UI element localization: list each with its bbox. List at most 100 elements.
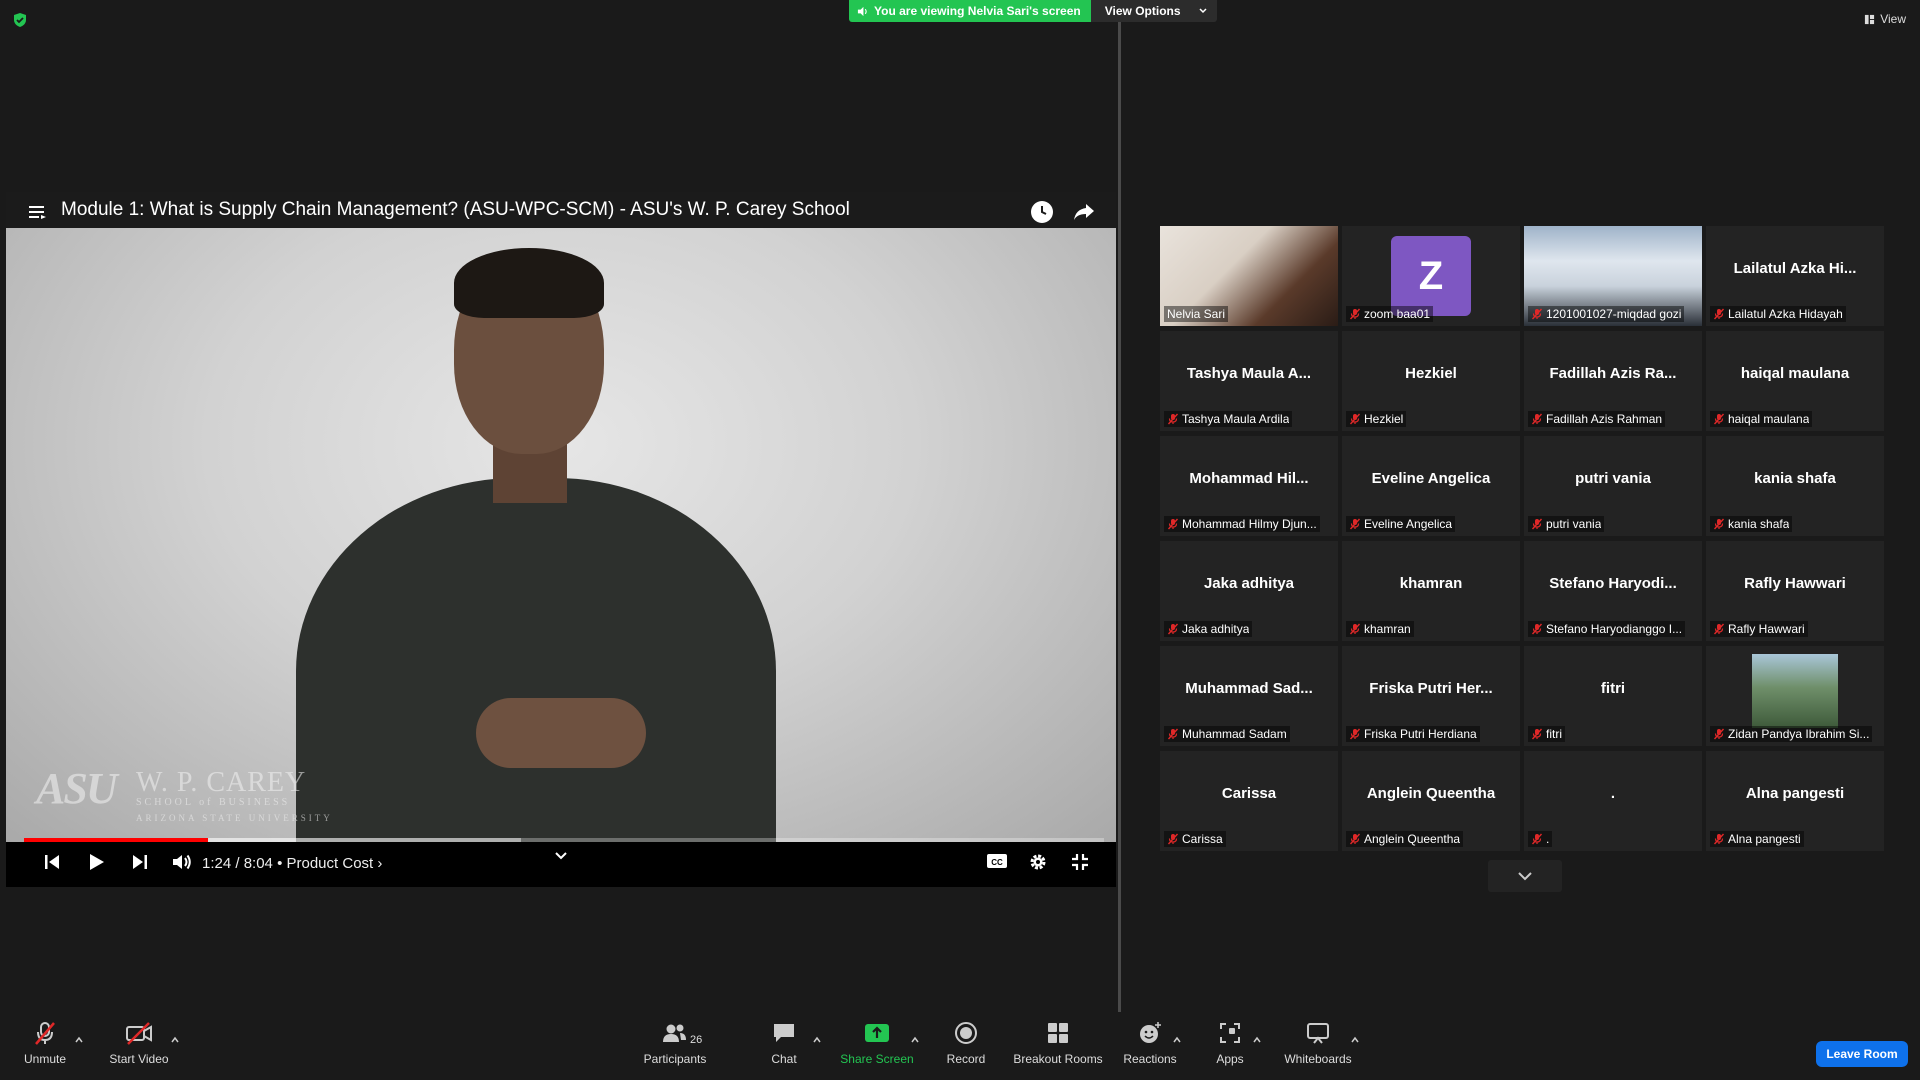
participant-tile[interactable]: kania shafa kania shafa	[1706, 436, 1884, 536]
reactions-label: Reactions	[1123, 1052, 1177, 1066]
watch-later-icon[interactable]	[1030, 200, 1054, 224]
video-title[interactable]: Module 1: What is Supply Chain Managemen…	[61, 199, 850, 221]
participant-name: khamran	[1364, 622, 1411, 636]
participant-tile[interactable]: Fadillah Azis Ra... Fadillah Azis Rahman	[1524, 331, 1702, 431]
split-view-divider[interactable]	[1118, 22, 1121, 1027]
participant-tile[interactable]: 1201001027-miqdad gozi	[1524, 226, 1702, 326]
time-display[interactable]: 1:24 / 8:04 • Product Cost ›	[202, 855, 382, 872]
chat-button[interactable]: Chat	[760, 1020, 808, 1066]
participant-name: Fadillah Azis Rahman	[1546, 412, 1663, 426]
playlist-menu-icon[interactable]	[28, 204, 48, 220]
participant-name: Alna pangesti	[1728, 832, 1801, 846]
chevron-down-icon[interactable]	[554, 851, 568, 861]
participant-name-label: zoom baa01	[1346, 306, 1434, 322]
unmute-button[interactable]: Unmute	[18, 1020, 72, 1066]
whiteboards-options-caret-icon[interactable]	[1350, 1036, 1360, 1044]
participant-name-label: putri vania	[1528, 516, 1605, 532]
share-icon[interactable]	[1072, 200, 1096, 224]
participant-tile[interactable]: Zidan Pandya Ibrahim Si...	[1706, 646, 1884, 746]
participant-name-label: khamran	[1346, 621, 1414, 637]
breakout-rooms-button[interactable]: Breakout Rooms	[1012, 1020, 1104, 1066]
share-screen-button[interactable]: Share Screen	[840, 1020, 914, 1066]
participant-tile[interactable]: Nelvia Sari	[1160, 226, 1338, 326]
participant-tile[interactable]: putri vania putri vania	[1524, 436, 1702, 536]
participant-name: haiqal maulana	[1728, 412, 1810, 426]
participant-display-name: Alna pangesti	[1745, 785, 1845, 802]
settings-gear-icon[interactable]	[1028, 852, 1048, 872]
start-video-button[interactable]: Start Video	[104, 1020, 174, 1066]
participant-tile[interactable]: ..	[1524, 751, 1702, 851]
audio-options-caret-icon[interactable]	[74, 1036, 84, 1044]
participant-tile[interactable]: Hezkiel Hezkiel	[1342, 331, 1520, 431]
logo-asu: ASU	[36, 764, 118, 813]
muted-microphone-icon	[1531, 623, 1543, 635]
participant-tile[interactable]: Tashya Maula A... Tashya Maula Ardila	[1160, 331, 1338, 431]
video-options-caret-icon[interactable]	[170, 1036, 180, 1044]
video-frame[interactable]: ASU W. P. CAREY SCHOOL of BUSINESS ARIZO…	[6, 228, 1116, 842]
participant-tile[interactable]: Rafly Hawwari Rafly Hawwari	[1706, 541, 1884, 641]
logo-university: ARIZONA STATE UNIVERSITY	[136, 813, 333, 823]
volume-icon[interactable]	[171, 852, 193, 872]
record-icon	[955, 1022, 977, 1044]
apps-options-caret-icon[interactable]	[1252, 1036, 1262, 1044]
reactions-button[interactable]: Reactions	[1120, 1020, 1180, 1066]
whiteboards-button[interactable]: Whiteboards	[1282, 1020, 1354, 1066]
breakout-rooms-icon	[1048, 1023, 1068, 1043]
wp-carey-logo: ASU W. P. CAREY SCHOOL of BUSINESS ARIZO…	[36, 763, 330, 823]
participant-name: zoom baa01	[1364, 307, 1431, 321]
previous-icon[interactable]	[42, 852, 62, 872]
captions-icon[interactable]: CC	[986, 852, 1008, 870]
play-icon[interactable]	[86, 852, 106, 872]
participant-tile[interactable]: Jaka adhitya Jaka adhitya	[1160, 541, 1338, 641]
shared-screen[interactable]: Module 1: What is Supply Chain Managemen…	[6, 192, 1116, 887]
participant-tile[interactable]: Zzoom baa01	[1342, 226, 1520, 326]
muted-microphone-icon	[1531, 728, 1543, 740]
participant-tile[interactable]: Lailatul Azka Hi... Lailatul Azka Hidayah	[1706, 226, 1884, 326]
participant-tile[interactable]: Friska Putri Her... Friska Putri Herdiana	[1342, 646, 1520, 746]
grid-view-icon	[1865, 14, 1875, 24]
participant-tile[interactable]: Eveline Angelica Eveline Angelica	[1342, 436, 1520, 536]
muted-microphone-icon	[1531, 518, 1543, 530]
participant-name: Eveline Angelica	[1364, 517, 1453, 531]
participant-name: 1201001027-miqdad gozi	[1546, 307, 1682, 321]
participant-name-label: haiqal maulana	[1710, 411, 1813, 427]
viewing-text: You are viewing Nelvia Sari's screen	[874, 4, 1081, 18]
gallery-next-page-button[interactable]	[1488, 860, 1562, 892]
participant-tile[interactable]: Muhammad Sad... Muhammad Sadam	[1160, 646, 1338, 746]
reactions-options-caret-icon[interactable]	[1172, 1036, 1182, 1044]
participant-tile[interactable]: haiqal maulana haiqal maulana	[1706, 331, 1884, 431]
leave-room-button[interactable]: Leave Room	[1816, 1041, 1908, 1067]
next-icon[interactable]	[130, 852, 150, 872]
chapter-label[interactable]: • Product Cost	[277, 855, 373, 872]
participant-tile[interactable]: Stefano Haryodi... Stefano Haryodianggo I…	[1524, 541, 1702, 641]
participant-display-name: .	[1610, 785, 1616, 802]
exit-fullscreen-icon[interactable]	[1070, 852, 1090, 872]
share-options-caret-icon[interactable]	[910, 1036, 920, 1044]
participant-name-label: Fadillah Azis Rahman	[1528, 411, 1666, 427]
muted-microphone-icon	[1349, 413, 1361, 425]
participant-display-name: Friska Putri Her...	[1369, 680, 1493, 697]
participant-name-label: Rafly Hawwari	[1710, 621, 1808, 637]
participant-name-label: .	[1528, 831, 1553, 847]
record-button[interactable]: Record	[942, 1020, 990, 1066]
participant-display-name: kania shafa	[1754, 470, 1836, 487]
security-shield-icon[interactable]	[12, 12, 28, 28]
participant-tile[interactable]: khamran khamran	[1342, 541, 1520, 641]
participant-tile[interactable]: Anglein Queentha Anglein Queentha	[1342, 751, 1520, 851]
view-options-dropdown[interactable]: View Options	[1090, 0, 1217, 22]
participant-tile[interactable]: Carissa Carissa	[1160, 751, 1338, 851]
apps-button[interactable]: Apps	[1210, 1020, 1250, 1066]
participant-tile[interactable]: Alna pangesti Alna pangesti	[1706, 751, 1884, 851]
muted-microphone-icon	[1167, 728, 1179, 740]
muted-microphone-icon	[1713, 308, 1725, 320]
participant-name: putri vania	[1546, 517, 1602, 531]
participant-display-name: Tashya Maula A...	[1186, 365, 1312, 382]
view-button[interactable]: View	[1864, 12, 1906, 26]
participant-display-name: Eveline Angelica	[1371, 470, 1491, 487]
chat-options-caret-icon[interactable]	[812, 1036, 822, 1044]
participant-tile[interactable]: Mohammad Hil... Mohammad Hilmy Djun...	[1160, 436, 1338, 536]
unmute-label: Unmute	[23, 1052, 67, 1066]
muted-microphone-icon	[1167, 833, 1179, 845]
participant-name: .	[1546, 832, 1550, 846]
participant-tile[interactable]: fitri fitri	[1524, 646, 1702, 746]
